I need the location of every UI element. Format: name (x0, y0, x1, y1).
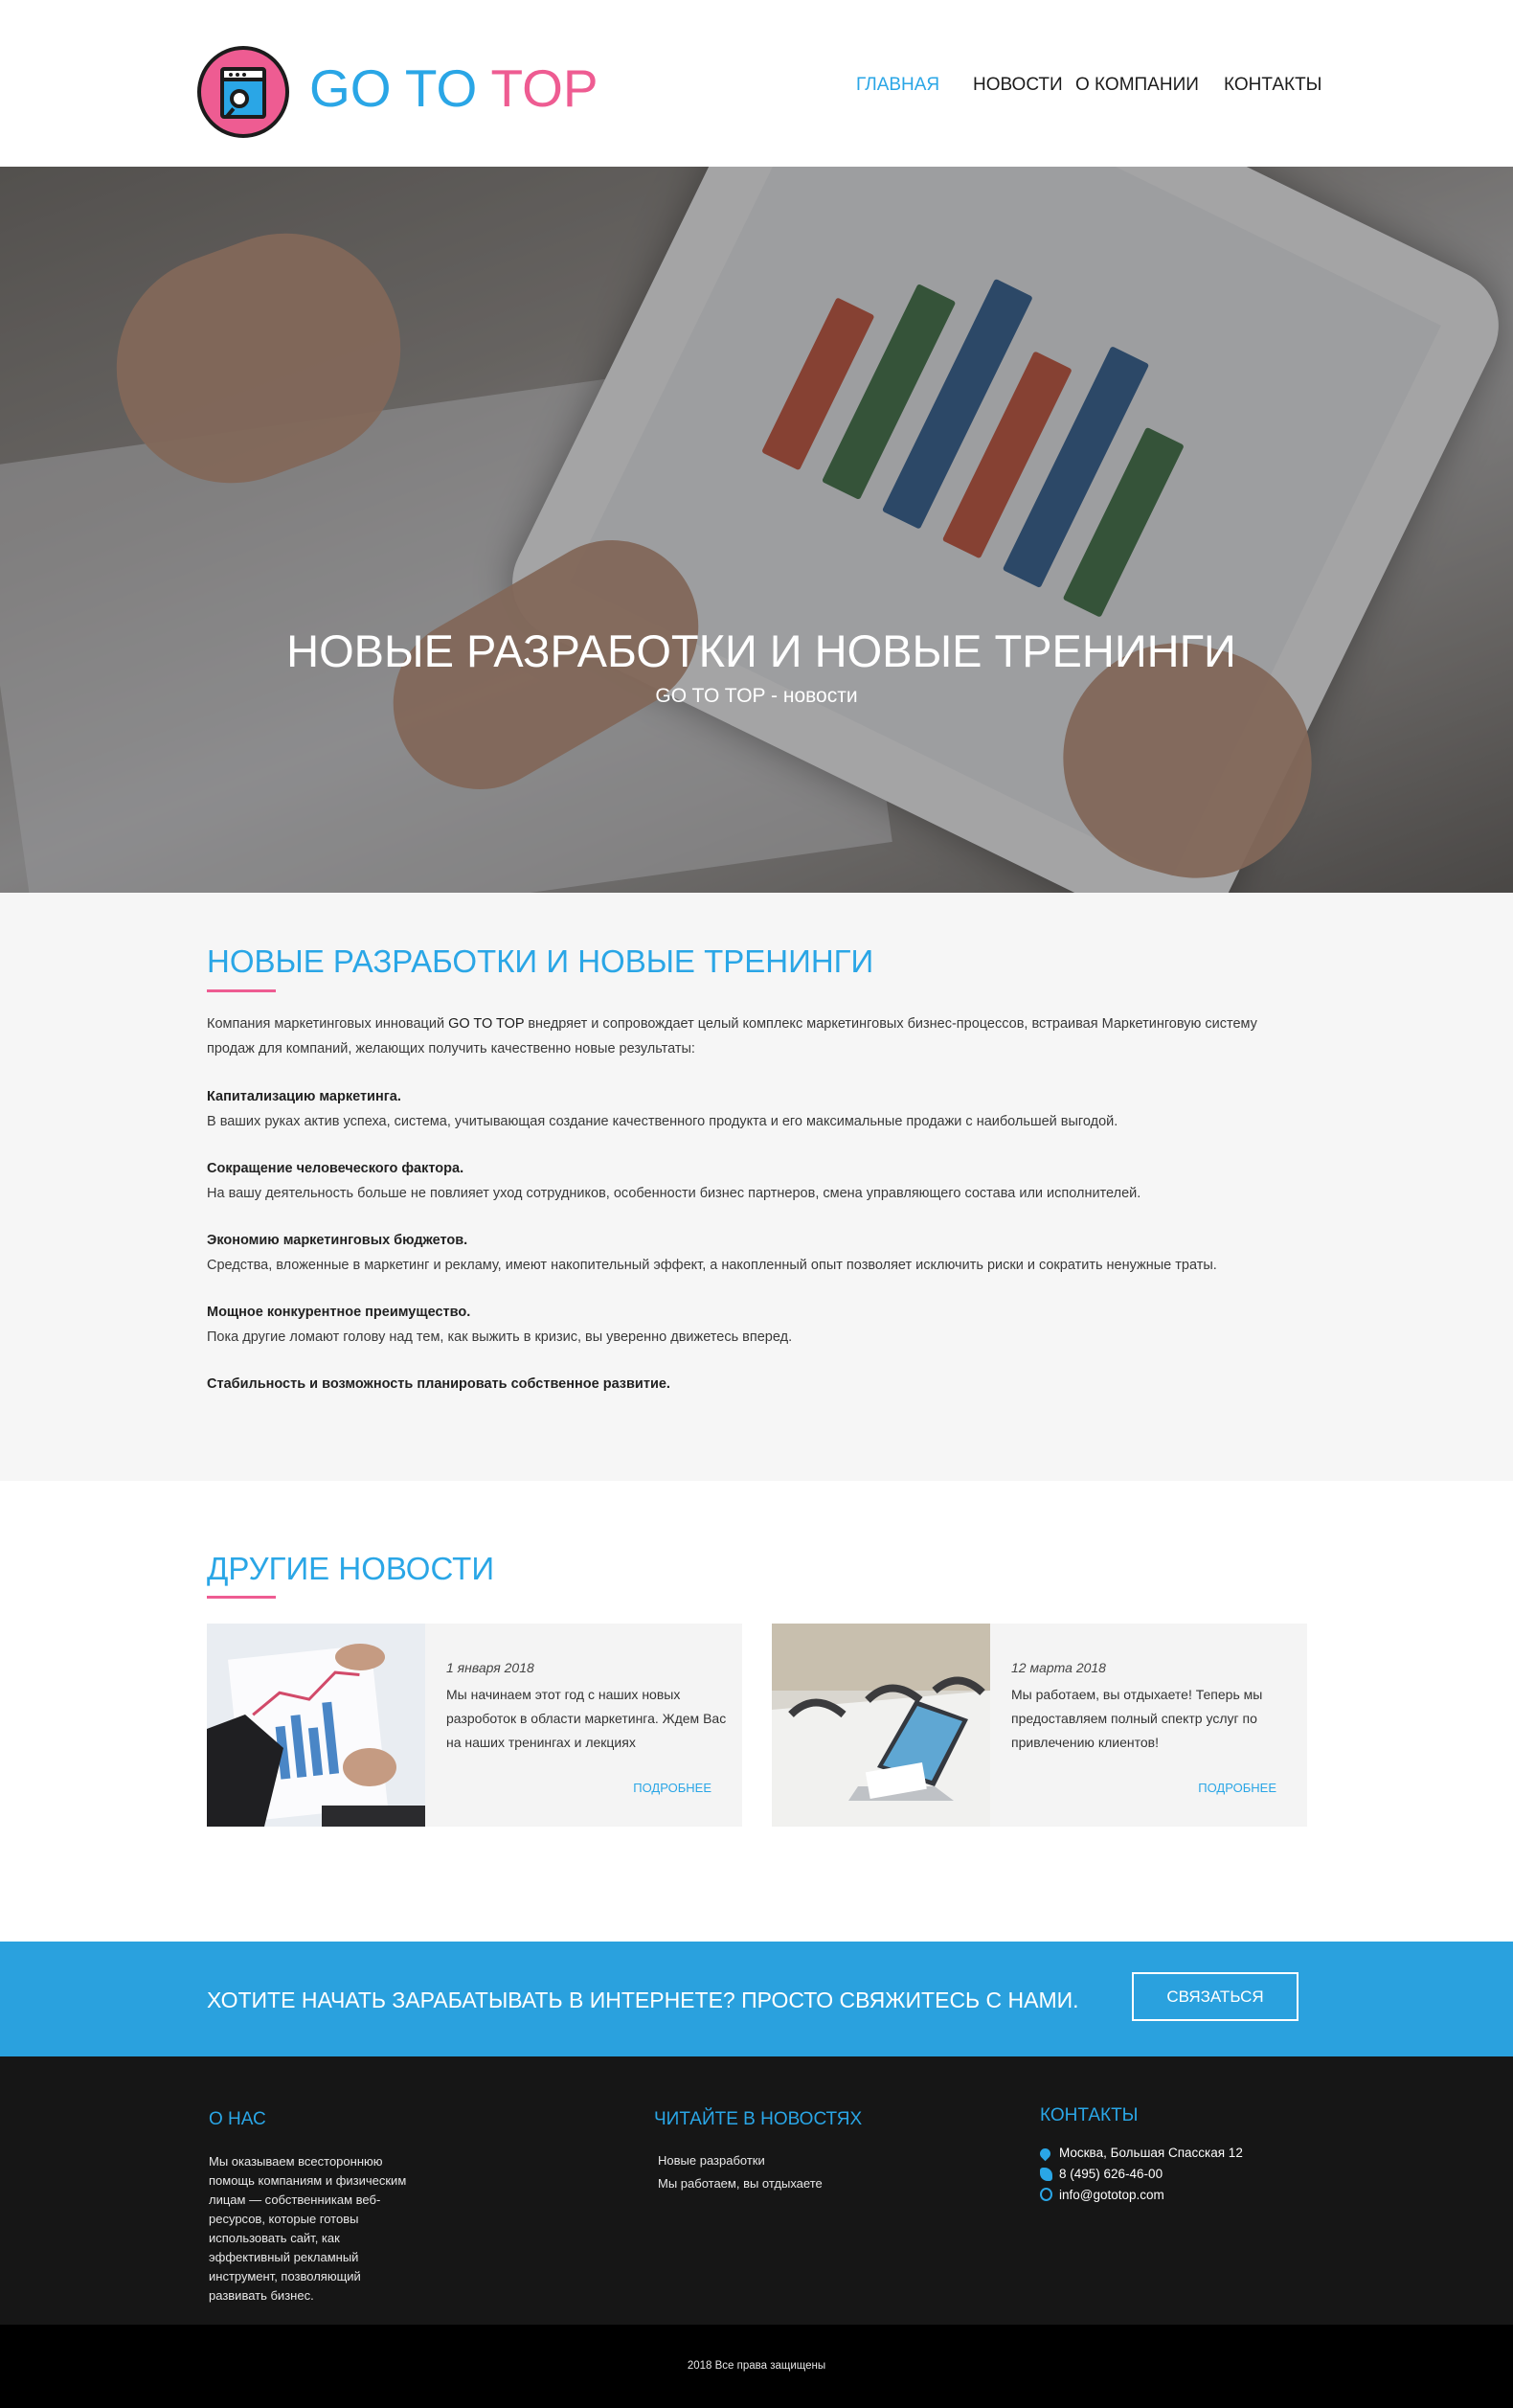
copyright-bar: 2018 Все права защищены (0, 2325, 1513, 2408)
footer-address: Москва, Большая Спасская 12 (1059, 2146, 1243, 2160)
point-heading: Капитализацию маркетинга. (207, 1089, 401, 1104)
nav-news[interactable]: НОВОСТИ (973, 73, 1063, 98)
footer-about-text: Мы оказываем всестороннюю помощь компани… (209, 2154, 407, 2303)
news-card-text: Мы начинаем этот год с наших новых разро… (446, 1687, 727, 1750)
footer-news-link[interactable]: Новые разработки (658, 2152, 765, 2169)
cta-text: ХОТИТЕ НАЧАТЬ ЗАРАБАТЫВАТЬ В ИНТЕРНЕТЕ? … (207, 1988, 1079, 2012)
read-more-link[interactable]: ПОДРОБНЕЕ (1198, 1781, 1276, 1795)
footer-about-title: О НАС (209, 2109, 266, 2129)
article-point: Экономию маркетинговых бюджетов. Средств… (207, 1228, 1308, 1278)
point-text: На вашу деятельность больше не повлияет … (207, 1186, 1141, 1201)
footer-news-title: ЧИТАЙТЕ В НОВОСТЯХ (654, 2109, 863, 2129)
location-pin-icon (1037, 2146, 1053, 2162)
footer-email[interactable]: info@gototop.com (1059, 2187, 1164, 2204)
news-card-image[interactable] (207, 1624, 425, 1827)
article-point: Мощное конкурентное преимущество. Пока д… (207, 1300, 1308, 1350)
point-heading: Мощное конкурентное преимущество. (207, 1305, 471, 1320)
logo-icon[interactable] (197, 46, 289, 138)
title-underline (207, 1596, 276, 1599)
footer-contacts-title: КОНТАКТЫ (1040, 2105, 1139, 2125)
point-text: Пока другие ломают голову над тем, как в… (207, 1329, 793, 1345)
nav-about[interactable]: О КОМПАНИИ (1075, 73, 1199, 98)
other-news-title: ДРУГИЕ НОВОСТИ (207, 1551, 495, 1586)
mail-icon (1040, 2188, 1052, 2201)
site-footer: О НАС Мы оказываем всестороннюю помощь к… (0, 2056, 1513, 2325)
article-point: Стабильность и возможность планировать с… (207, 1372, 1308, 1397)
logo-text[interactable]: GO TO TOP (309, 57, 598, 119)
contact-button[interactable]: СВЯЗАТЬСЯ (1132, 1972, 1298, 2021)
article-point: Сокращение человеческого фактора. На ваш… (207, 1156, 1308, 1206)
intro-text-start: Компания маркетинговых инноваций (207, 1016, 449, 1032)
hero-overlay (0, 167, 1513, 893)
news-card-date: 1 января 2018 (446, 1660, 534, 1675)
hero-banner: НОВЫЕ РАЗРАБОТКИ И НОВЫЕ ТРЕНИНГИ GO TO … (0, 167, 1513, 893)
hero-subtitle: GO TO TOP - новости (655, 685, 858, 707)
read-more-link[interactable]: ПОДРОБНЕЕ (633, 1781, 711, 1795)
site-header: GO TO TOP ГЛАВНАЯ НОВОСТИ О КОМПАНИИ КОН… (0, 0, 1513, 167)
copyright-text: 2018 Все права защищены (687, 2360, 826, 2372)
news-card[interactable]: 12 марта 2018 Мы работаем, вы отдыхаете!… (772, 1624, 1307, 1827)
news-card-image[interactable] (772, 1624, 990, 1827)
point-text: Средства, вложенные в маркетинг и реклам… (207, 1258, 1217, 1273)
article-section: НОВЫЕ РАЗРАБОТКИ И НОВЫЕ ТРЕНИНГИ Компан… (0, 893, 1513, 1481)
article-point: Капитализацию маркетинга. В ваших руках … (207, 1084, 1308, 1134)
point-heading: Стабильность и возможность планировать с… (207, 1376, 670, 1392)
point-heading: Сокращение человеческого фактора. (207, 1161, 464, 1176)
logo-word-go-to: GO TO (309, 58, 478, 118)
news-card-text: Мы работаем, вы отдыхаете! Теперь мы пре… (1011, 1687, 1263, 1750)
phone-icon (1040, 2168, 1052, 2181)
intro-brand: GO TO TOP (448, 1016, 525, 1032)
news-card[interactable]: 1 января 2018 Мы начинаем этот год с наш… (207, 1624, 742, 1827)
article-title: НОВЫЕ РАЗРАБОТКИ И НОВЫЕ ТРЕНИНГИ (207, 943, 874, 979)
title-underline (207, 989, 276, 992)
news-card-date: 12 марта 2018 (1011, 1660, 1106, 1675)
logo-word-top: TOP (490, 58, 598, 118)
point-heading: Экономию маркетинговых бюджетов. (207, 1233, 468, 1248)
article-intro: Компания маркетинговых инноваций GO TO T… (207, 1011, 1308, 1061)
hero-title: НОВЫЕ РАЗРАБОТКИ И НОВЫЕ ТРЕНИНГИ (286, 625, 1236, 676)
nav-contacts[interactable]: КОНТАКТЫ (1224, 73, 1322, 98)
point-text: В ваших руках актив успеха, система, учи… (207, 1114, 1118, 1129)
footer-news-link[interactable]: Мы работаем, вы отдыхаете (658, 2175, 823, 2192)
cta-banner: ХОТИТЕ НАЧАТЬ ЗАРАБАТЫВАТЬ В ИНТЕРНЕТЕ? … (0, 1942, 1513, 2056)
footer-phone[interactable]: 8 (495) 626-46-00 (1059, 2166, 1163, 2183)
nav-home[interactable]: ГЛАВНАЯ (856, 73, 939, 98)
